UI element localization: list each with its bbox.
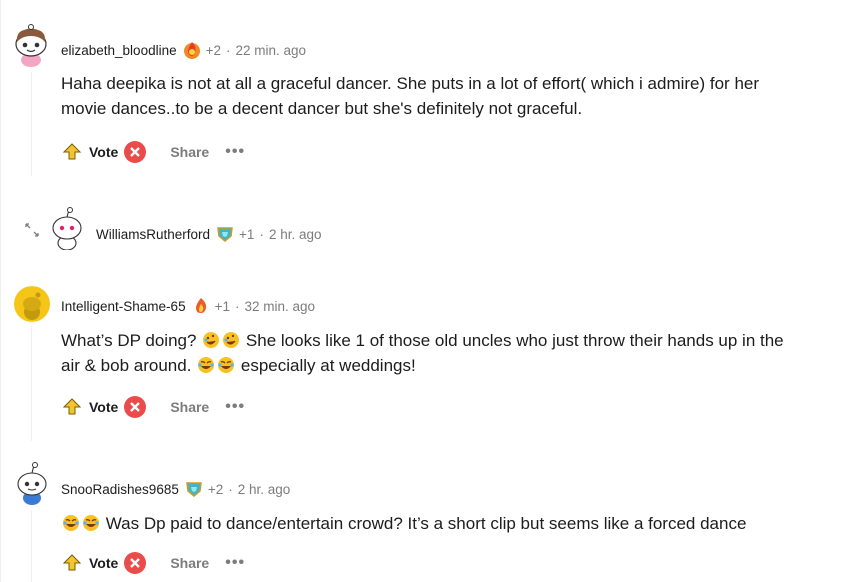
- upvote-arrow-icon[interactable]: [61, 396, 83, 418]
- comment-meta: WilliamsRutherford +1 · 2 hr. ago: [96, 224, 321, 244]
- username[interactable]: Intelligent-Shame-65: [61, 299, 186, 314]
- comment-body: Haha deepika is not at all a graceful da…: [61, 71, 856, 121]
- comment-body: Was Dp paid to dance/entertain crowd? It…: [61, 511, 856, 536]
- comment-meta: Intelligent-Shame-65 +1 · 32 min. ago: [61, 296, 315, 316]
- avatar[interactable]: [14, 460, 50, 506]
- rofl-emoji-icon: [222, 331, 240, 349]
- separator: ·: [234, 298, 240, 314]
- comment-text-line: What’s DP doing? She looks like 1 of tho…: [61, 328, 856, 353]
- comment-meta: elizabeth_bloodline +2 · 22 min. ago: [61, 40, 306, 60]
- comment-meta: SnooRadishes9685 +2 · 2 hr. ago: [61, 479, 290, 499]
- karma: +2: [205, 42, 221, 58]
- share-button[interactable]: Share: [170, 399, 209, 415]
- karma: +2: [207, 481, 224, 497]
- karma: +1: [214, 298, 230, 314]
- timestamp[interactable]: 2 hr. ago: [269, 227, 322, 242]
- comment-text-segment: What’s DP doing?: [61, 331, 197, 350]
- comment-body: What’s DP doing? She looks like 1 of tho…: [61, 328, 856, 378]
- vote-label: Vote: [89, 555, 119, 571]
- avatar[interactable]: [49, 206, 85, 250]
- vote-label: Vote: [89, 144, 119, 160]
- karma: +1: [239, 226, 255, 242]
- more-options-button[interactable]: •••: [225, 143, 245, 161]
- award-shield-icon: [184, 479, 204, 499]
- separator: ·: [226, 42, 231, 58]
- separator: ·: [259, 226, 264, 242]
- timestamp[interactable]: 32 min. ago: [244, 299, 315, 314]
- thread-line: [0, 0, 1, 582]
- award-flame-icon: [182, 40, 202, 60]
- thread-line[interactable]: [31, 326, 32, 441]
- joy-emoji-icon: [62, 514, 80, 532]
- avatar[interactable]: [14, 286, 50, 322]
- upvote-arrow-icon[interactable]: [61, 552, 83, 574]
- expand-arrows-icon[interactable]: [24, 222, 40, 243]
- comment-text-segment: air & bob around.: [61, 356, 192, 375]
- username[interactable]: SnooRadishes9685: [61, 482, 179, 497]
- more-options-button[interactable]: •••: [225, 554, 245, 572]
- joy-emoji-icon: [217, 356, 235, 374]
- downvote-x-icon[interactable]: [124, 141, 147, 163]
- comment-actions: Vote Share •••: [61, 551, 245, 575]
- vote-label: Vote: [89, 399, 119, 415]
- separator: ·: [228, 481, 233, 497]
- comment-text-line: Haha deepika is not at all a graceful da…: [61, 74, 760, 93]
- comment-text-line: air & bob around. especially at weddings…: [61, 353, 856, 378]
- timestamp[interactable]: 22 min. ago: [236, 43, 307, 58]
- comment-text-line: movie dances..to be a decent dancer but …: [61, 99, 583, 118]
- joy-emoji-icon: [82, 514, 100, 532]
- comment-text-segment: Was Dp paid to dance/entertain crowd? It…: [105, 514, 747, 533]
- username[interactable]: elizabeth_bloodline: [61, 43, 177, 58]
- share-button[interactable]: Share: [170, 555, 209, 571]
- award-shield-icon: [215, 224, 235, 244]
- username[interactable]: WilliamsRutherford: [96, 227, 210, 242]
- downvote-x-icon[interactable]: [124, 552, 147, 574]
- comment-actions: Vote Share •••: [61, 395, 245, 419]
- comment-actions: Vote Share •••: [61, 140, 245, 164]
- thread-line[interactable]: [31, 72, 32, 176]
- joy-emoji-icon: [197, 356, 215, 374]
- avatar[interactable]: [12, 24, 50, 68]
- thread-line[interactable]: [31, 510, 32, 582]
- timestamp[interactable]: 2 hr. ago: [238, 482, 291, 497]
- comment-text-segment: She looks like 1 of those old uncles who…: [245, 331, 784, 350]
- upvote-arrow-icon[interactable]: [61, 141, 83, 163]
- downvote-x-icon[interactable]: [124, 396, 147, 418]
- award-fire-icon: [191, 296, 211, 316]
- rofl-emoji-icon: [202, 331, 220, 349]
- share-button[interactable]: Share: [170, 144, 209, 160]
- comment-text-segment: especially at weddings!: [240, 356, 416, 375]
- more-options-button[interactable]: •••: [225, 398, 245, 416]
